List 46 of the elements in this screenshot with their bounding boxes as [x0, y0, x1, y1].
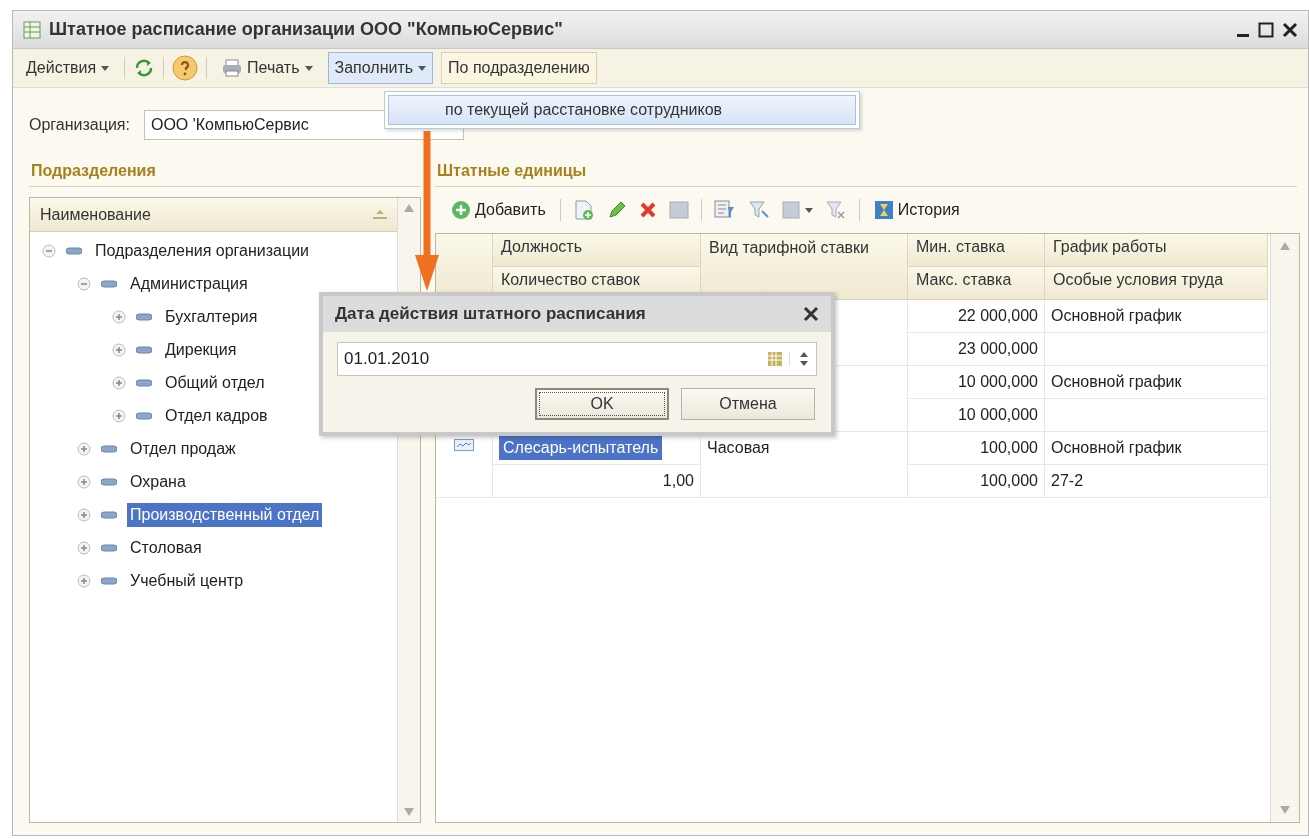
tree-item[interactable]: Столовая	[127, 535, 205, 560]
tree-item[interactable]: Учебный центр	[127, 568, 247, 593]
date-field[interactable]: 01.01.2010	[337, 342, 817, 376]
dialog-title: Дата действия штатного расписания	[335, 304, 646, 324]
tree-item[interactable]: Администрация	[127, 271, 251, 296]
table-cell: 100,000	[908, 465, 1045, 498]
menu-button[interactable]: Заполнить	[327, 52, 434, 84]
dialog-button[interactable]: Отмена	[681, 388, 815, 420]
menu-button[interactable]: Печать	[215, 52, 320, 84]
table-cell: 27-2	[1045, 465, 1268, 498]
table-cell[interactable]: Слесарь-испытатель	[499, 436, 663, 460]
column-label: Наименование	[40, 205, 151, 224]
menu-item[interactable]: по текущей расстановке сотрудников	[388, 95, 856, 125]
table-cell: Основной график	[1045, 432, 1268, 465]
history-button[interactable]: История	[871, 198, 962, 222]
tree-item[interactable]: Подразделения организации	[92, 238, 313, 263]
menu-button[interactable]: Действия	[19, 52, 117, 84]
table-cell: Основной график	[1045, 300, 1268, 333]
table-cell: 22 000,000	[908, 300, 1045, 333]
section-title: Подразделения	[29, 158, 421, 187]
tree-item[interactable]: Производственный отдел	[127, 502, 323, 527]
table-cell: 100,000	[908, 432, 1045, 465]
tree-item[interactable]: Отдел кадров	[162, 403, 271, 428]
dialog-button[interactable]: OK	[535, 388, 669, 420]
tree-item[interactable]: Охрана	[127, 469, 189, 494]
table-cell: 23 000,000	[908, 333, 1045, 366]
field-label: Организация:	[29, 116, 130, 134]
toolbar-button[interactable]: По подразделению	[441, 52, 597, 84]
column-header[interactable]: Мин. ставка	[908, 234, 1045, 267]
table-cell: 1,00	[493, 465, 701, 498]
section-title: Штатные единицы	[435, 158, 1297, 187]
column-header[interactable]: Особые условия труда	[1045, 267, 1268, 300]
table-cell: 10 000,000	[908, 399, 1045, 432]
column-header[interactable]: Наименование	[30, 198, 397, 232]
column-header[interactable]: Должность	[493, 234, 701, 267]
add-button[interactable]: Добавить	[449, 198, 548, 222]
column-header[interactable]: График работы	[1045, 234, 1268, 267]
table-cell: Основной график	[1045, 366, 1268, 399]
column-header[interactable]: Вид тарифной ставки	[701, 234, 908, 300]
tree-item[interactable]: Общий отдел	[162, 370, 268, 395]
tree-item[interactable]: Дирекция	[162, 337, 240, 362]
tree-item[interactable]: Бухгалтерия	[162, 304, 261, 329]
tree-item[interactable]: Отдел продаж	[127, 436, 239, 461]
table-cell: 10 000,000	[908, 366, 1045, 399]
window-title: Штатное расписание организации ООО "КомпьюСервис"	[49, 19, 564, 40]
column-header[interactable]: Макс. ставка	[908, 267, 1045, 300]
